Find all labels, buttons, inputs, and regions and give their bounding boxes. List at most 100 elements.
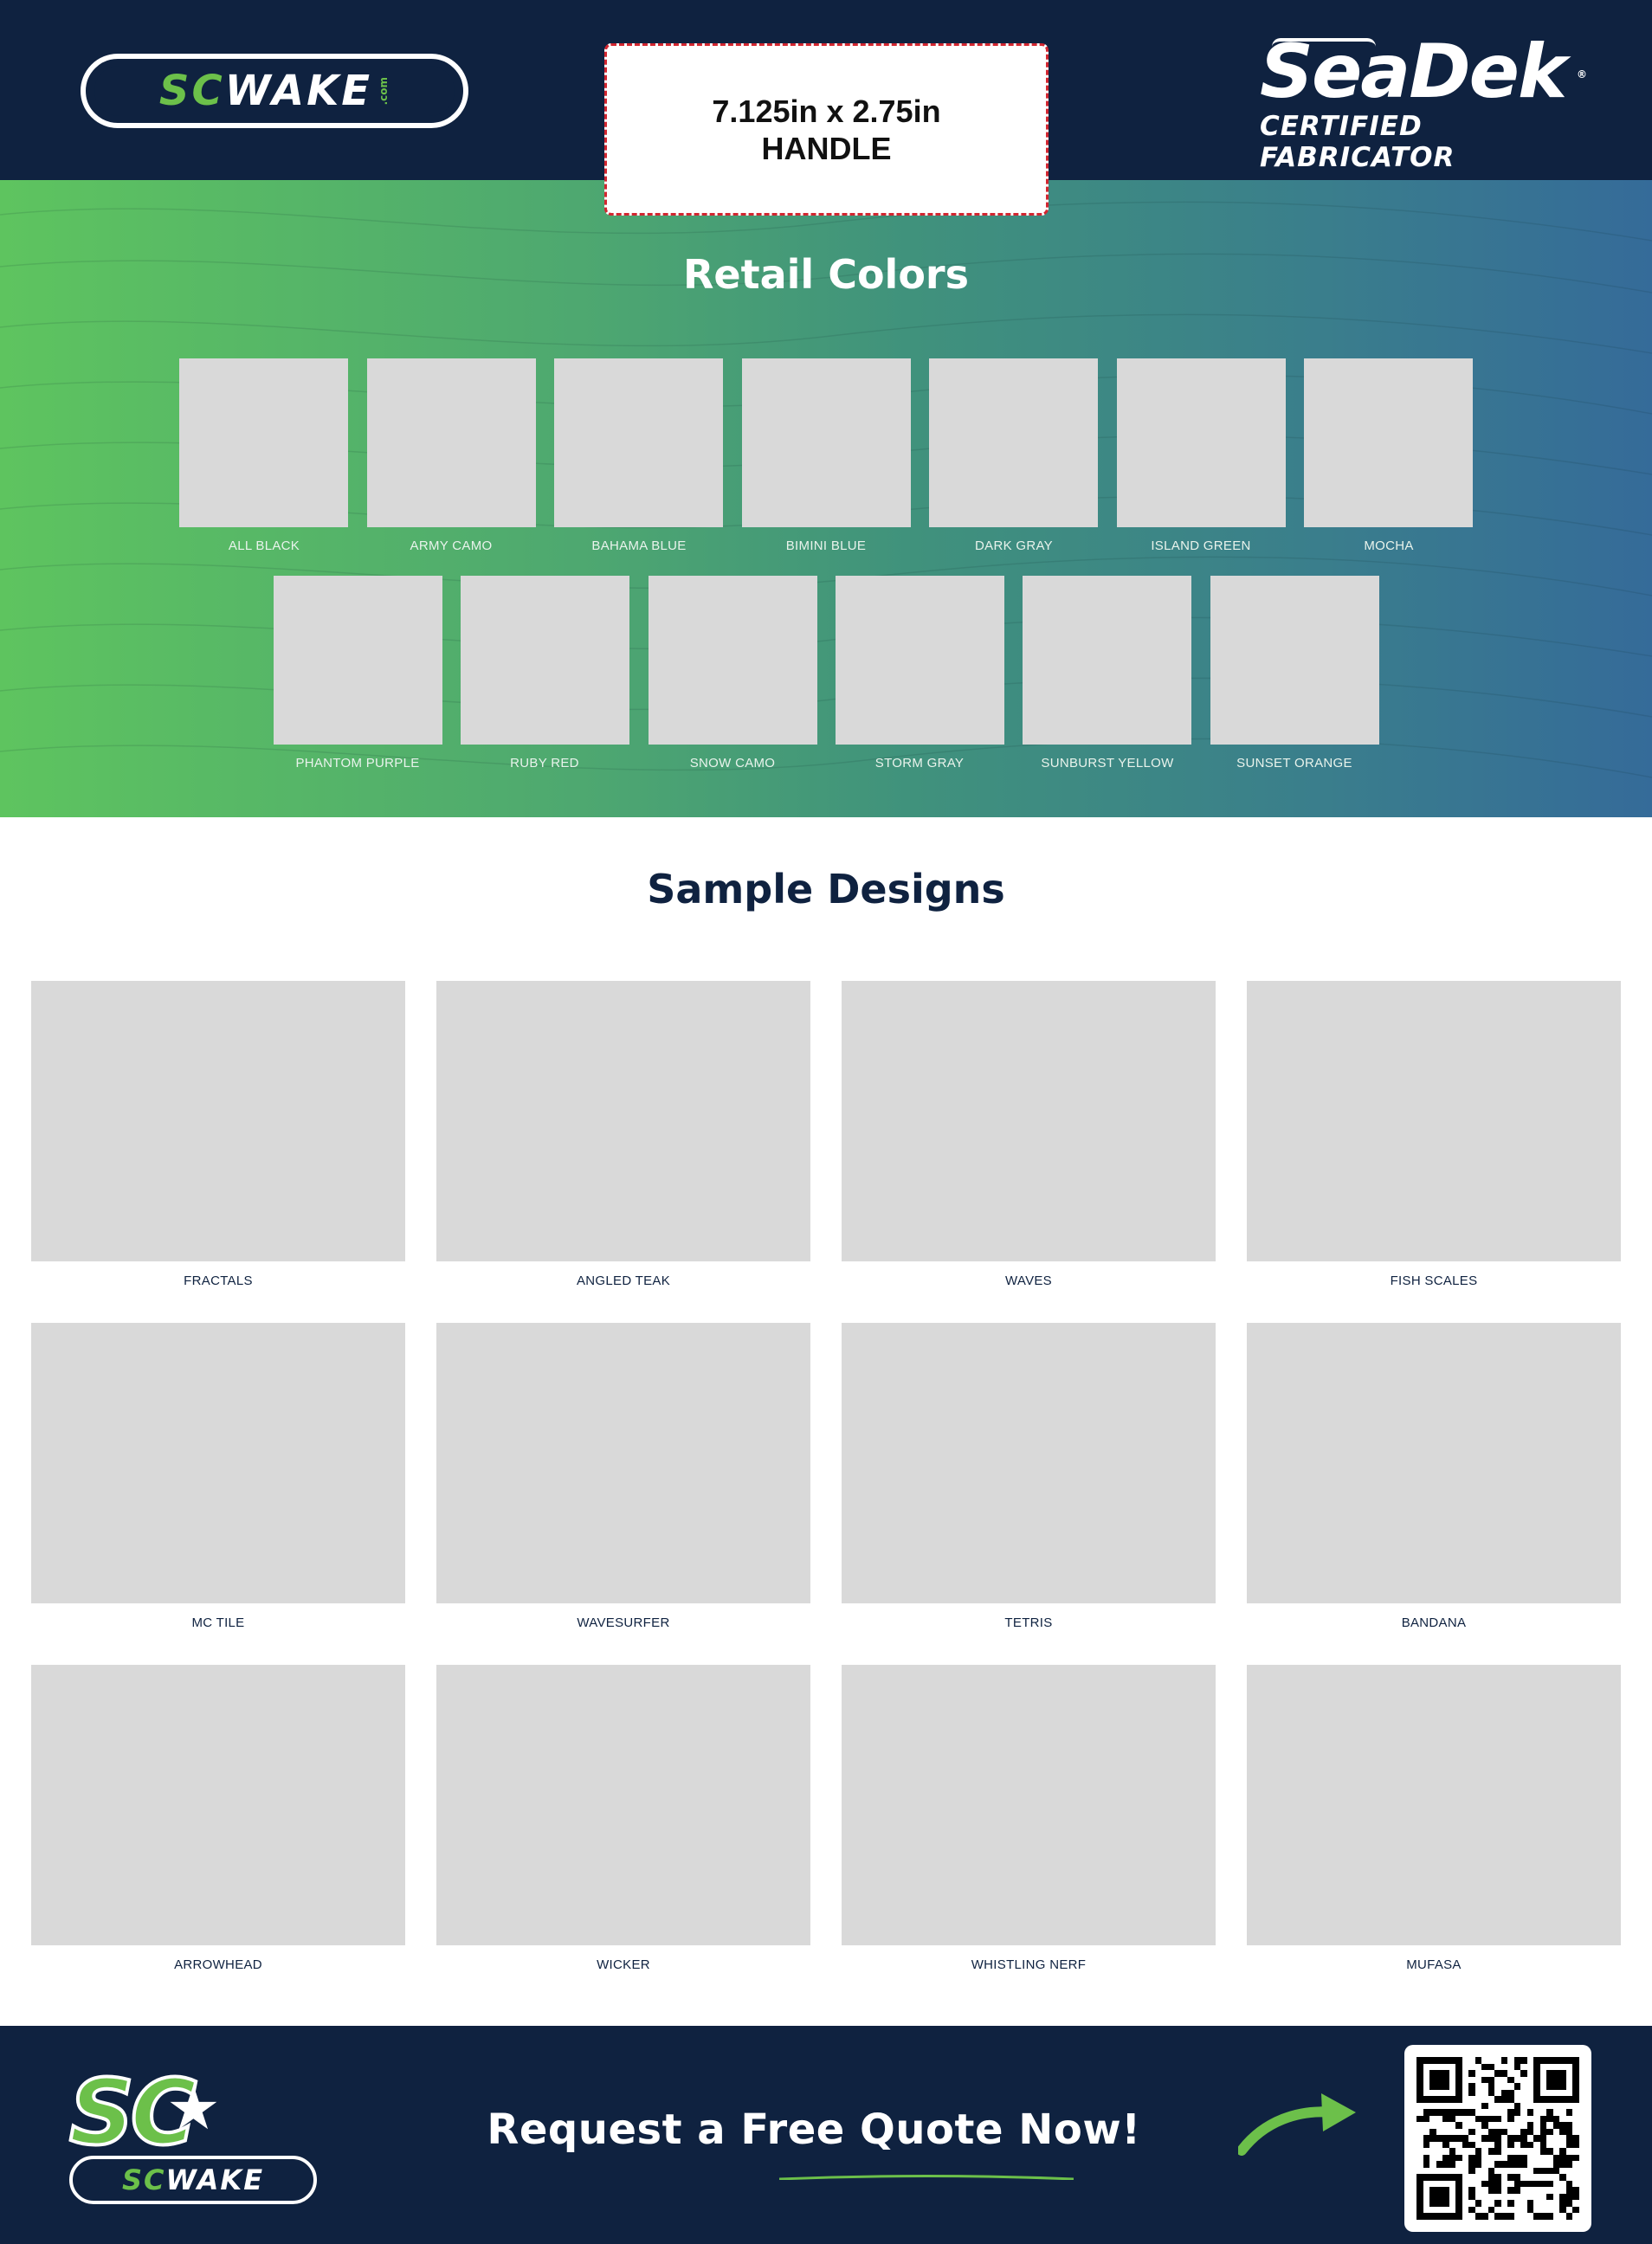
color-swatch-storm-gray[interactable] (836, 576, 1004, 745)
design-thumb-mufasa[interactable] (1247, 1665, 1621, 1945)
qr-module (1552, 2057, 1560, 2064)
qr-module (1468, 2109, 1475, 2116)
qr-module (1468, 2135, 1475, 2142)
qr-module (1533, 2167, 1540, 2175)
qr-module (1423, 2148, 1430, 2155)
qr-module (1416, 2161, 1423, 2168)
qr-module (1546, 2102, 1553, 2110)
color-swatch-ruby-red[interactable] (461, 576, 629, 745)
color-swatch-dark-gray[interactable] (929, 358, 1098, 527)
qr-module (1559, 2135, 1566, 2142)
qr-module (1494, 2174, 1501, 2181)
qr-module (1436, 2154, 1443, 2162)
qr-module (1416, 2206, 1423, 2214)
qr-module (1416, 2070, 1423, 2077)
qr-module (1494, 2206, 1501, 2214)
color-swatch-sunburst-yellow[interactable] (1023, 576, 1191, 745)
qr-module (1500, 2057, 1508, 2064)
color-swatch-bimini-blue[interactable] (742, 358, 911, 527)
design-thumb-fractals[interactable] (31, 981, 405, 1261)
qr-module (1475, 2141, 1482, 2149)
qr-module (1481, 2213, 1488, 2220)
qr-module (1423, 2128, 1430, 2136)
color-label: PHANTOM PURPLE (295, 756, 420, 771)
qr-module (1513, 2122, 1521, 2129)
qr-module (1449, 2122, 1456, 2129)
qr-module (1559, 2174, 1566, 2181)
design-thumb-mc-tile[interactable] (31, 1323, 405, 1603)
qr-module (1500, 2141, 1508, 2149)
design-thumb-fish-scales[interactable] (1247, 981, 1621, 1261)
qr-module (1565, 2063, 1573, 2071)
qr-module (1533, 2096, 1540, 2103)
qr-module (1436, 2200, 1443, 2207)
color-swatch-army-camo[interactable] (367, 358, 536, 527)
seadek-logo[interactable]: SeaDek ® CERTIFIED FABRICATOR (1260, 35, 1587, 173)
color-swatch-sunset-orange[interactable] (1210, 576, 1379, 745)
qr-module (1500, 2148, 1508, 2155)
color-swatch-all-black[interactable] (179, 358, 348, 527)
qr-module (1513, 2180, 1521, 2188)
qr-module (1539, 2174, 1547, 2181)
design-thumb-angled-teak[interactable] (436, 981, 810, 1261)
qr-module (1507, 2206, 1514, 2214)
qr-module (1552, 2109, 1560, 2116)
qr-module (1436, 2167, 1443, 2175)
sc-star-logo[interactable]: SC ★ (68, 2066, 317, 2159)
qr-module (1487, 2141, 1495, 2149)
qr-module (1494, 2109, 1501, 2116)
qr-module (1572, 2148, 1579, 2155)
qr-module (1423, 2115, 1430, 2123)
qr-code-icon[interactable] (1404, 2045, 1591, 2232)
qr-module (1442, 2109, 1449, 2116)
qr-module (1552, 2187, 1560, 2194)
qr-module (1475, 2167, 1482, 2175)
qr-module (1520, 2180, 1527, 2188)
qr-module (1546, 2063, 1553, 2071)
qr-module (1436, 2122, 1443, 2129)
qr-module (1442, 2200, 1449, 2207)
qr-module (1533, 2122, 1540, 2129)
scwake-footer-logo[interactable]: SCWAKE (69, 2156, 317, 2204)
qr-module (1455, 2154, 1462, 2162)
scwake-logo[interactable]: SCWAKE .com (81, 54, 468, 128)
design-thumb-whistling-nerf[interactable] (842, 1665, 1216, 1945)
design-thumb-wicker[interactable] (436, 1665, 810, 1945)
qr-module (1565, 2161, 1573, 2168)
qr-module (1455, 2200, 1462, 2207)
design-thumb-arrowhead[interactable] (31, 1665, 405, 1945)
qr-module (1481, 2128, 1488, 2136)
qr-module (1429, 2128, 1436, 2136)
design-thumb-wavesurfer[interactable] (436, 1323, 810, 1603)
design-thumb-tetris[interactable] (842, 1323, 1216, 1603)
qr-module (1475, 2193, 1482, 2201)
qr-module (1546, 2187, 1553, 2194)
qr-module (1572, 2115, 1579, 2123)
qr-module (1449, 2180, 1456, 2188)
qr-module (1449, 2161, 1456, 2168)
qr-module (1481, 2102, 1488, 2110)
color-swatch-snow-camo[interactable] (649, 576, 817, 745)
request-quote-button[interactable]: Request a Free Quote Now! (485, 2095, 1143, 2164)
color-swatch-phantom-purple[interactable] (274, 576, 442, 745)
qr-module (1500, 2096, 1508, 2103)
qr-module (1481, 2161, 1488, 2168)
qr-module (1462, 2180, 1469, 2188)
qr-module (1475, 2109, 1482, 2116)
qr-module (1455, 2096, 1462, 2103)
product-name: HANDLE (761, 130, 892, 166)
color-swatch-bahama-blue[interactable] (554, 358, 723, 527)
color-swatch-island-green[interactable] (1117, 358, 1286, 527)
qr-module (1436, 2089, 1443, 2097)
qr-module (1552, 2070, 1560, 2077)
qr-module (1565, 2070, 1573, 2077)
qr-module (1539, 2213, 1547, 2220)
qr-module (1507, 2148, 1514, 2155)
design-thumb-waves[interactable] (842, 981, 1216, 1261)
design-thumb-bandana[interactable] (1247, 1323, 1621, 1603)
color-swatch-mocha[interactable] (1304, 358, 1473, 527)
qr-module (1546, 2096, 1553, 2103)
qr-module (1455, 2102, 1462, 2110)
qr-module (1481, 2096, 1488, 2103)
qr-module (1449, 2057, 1456, 2064)
